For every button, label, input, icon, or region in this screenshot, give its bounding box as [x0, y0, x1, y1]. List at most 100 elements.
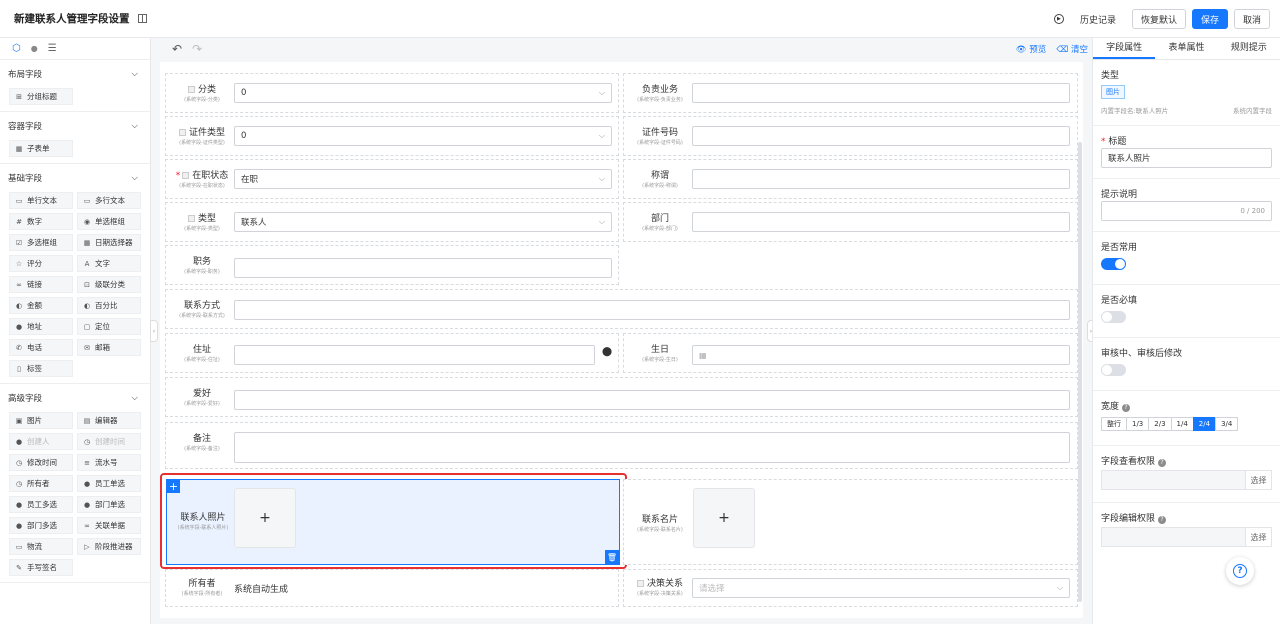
job-input[interactable]: [234, 258, 612, 278]
floating-help-button[interactable]: ?: [1226, 557, 1254, 585]
palette-item[interactable]: ▢ 定位: [77, 318, 141, 335]
field-dept[interactable]: 部门 (系统字段-部门): [623, 202, 1078, 242]
field-business[interactable]: 负责业务 (系统字段-负责业务): [623, 73, 1078, 113]
width-option[interactable]: 2/4: [1192, 417, 1217, 431]
field-address[interactable]: 住址 (系统字段-住址) ⬤: [165, 333, 619, 373]
id-number-input[interactable]: [692, 126, 1070, 146]
help-icon[interactable]: ●: [31, 44, 38, 53]
dept-input[interactable]: [692, 212, 1070, 232]
palette-item[interactable]: ◐ 金额: [9, 297, 73, 314]
remark-textarea[interactable]: [234, 432, 1070, 463]
category-select[interactable]: 0 ⌵: [234, 83, 612, 103]
palette-item[interactable]: ∞ 关联单据: [77, 517, 141, 534]
palette-group-header[interactable]: 基础字段 ⌵: [0, 164, 150, 192]
palette-item[interactable]: ◐ 百分比: [77, 297, 141, 314]
preview-button[interactable]: 👁 预览: [1016, 43, 1047, 55]
palette-item[interactable]: ≡ 流水号: [77, 454, 141, 471]
title-input[interactable]: 联系人照片: [1101, 148, 1272, 168]
palette-item[interactable]: ▭ 物流: [9, 538, 73, 555]
common-toggle[interactable]: [1101, 258, 1126, 270]
palette-item[interactable]: A 文字: [77, 255, 141, 272]
view-perm-picker[interactable]: 选择: [1101, 470, 1272, 490]
birthday-input[interactable]: ▦: [692, 345, 1070, 365]
restore-default-button[interactable]: 恢复默认: [1131, 9, 1186, 29]
contact-input[interactable]: [234, 300, 1070, 320]
cube-icon[interactable]: ⬡: [12, 43, 21, 54]
field-status[interactable]: * 在职状态 (系统字段-在职状态) 在职 ⌵: [165, 159, 619, 199]
cancel-button[interactable]: 取消: [1233, 9, 1270, 29]
field-decision[interactable]: 决策关系 (系统字段-决策关系) 请选择 ⌵: [623, 569, 1078, 607]
location-pin-icon[interactable]: ⬤: [602, 347, 612, 357]
palette-item[interactable]: ☑ 多选框组: [9, 234, 73, 251]
palette-group-header[interactable]: 高级字段 ⌵: [0, 384, 150, 412]
palette-item[interactable]: ● 员工多选: [9, 496, 73, 513]
palette-item[interactable]: ☆ 评分: [9, 255, 73, 272]
required-toggle[interactable]: [1101, 311, 1126, 323]
help-icon[interactable]: ?: [1122, 404, 1131, 412]
palette-item[interactable]: ▭ 单行文本: [9, 192, 73, 209]
tree-icon[interactable]: ☰: [48, 43, 57, 54]
field-id-number[interactable]: 证件号码 (系统字段-证件号码): [623, 116, 1078, 156]
palette-item[interactable]: ● 创建人: [9, 433, 73, 450]
palette-item[interactable]: ● 部门单选: [77, 496, 141, 513]
review-toggle[interactable]: [1101, 364, 1126, 376]
tab-field-props[interactable]: 字段属性: [1093, 38, 1156, 59]
palette-group-header[interactable]: 容器字段 ⌵: [0, 112, 150, 140]
help-icon[interactable]: ?: [1158, 459, 1167, 467]
canvas-scrollbar[interactable]: [1078, 142, 1082, 602]
field-remark[interactable]: 备注 (系统字段-备注): [165, 422, 1078, 469]
palette-item[interactable]: ▤ 编辑器: [77, 412, 141, 429]
palette-item[interactable]: ▣ 图片: [9, 412, 73, 429]
address-input[interactable]: [234, 345, 595, 365]
hint-input[interactable]: 0 / 200: [1101, 201, 1272, 221]
palette-item[interactable]: ✆ 电话: [9, 339, 73, 356]
undo-icon[interactable]: ↶: [172, 42, 182, 56]
palette-item[interactable]: # 数字: [9, 213, 73, 230]
palette-item[interactable]: ▦ 日期选择器: [77, 234, 141, 251]
field-hobby[interactable]: 爱好 (系统字段-爱好): [165, 377, 1078, 417]
width-option[interactable]: 整行: [1101, 417, 1127, 431]
checkbox-icon[interactable]: [178, 129, 186, 136]
hobby-input[interactable]: [234, 390, 1070, 410]
field-owner[interactable]: 所有者 (系统字段-所有者) 系统自动生成: [165, 569, 619, 607]
width-option[interactable]: 1/4: [1170, 417, 1194, 431]
field-birthday[interactable]: 生日 (系统字段-生日) ▦: [623, 333, 1078, 373]
checkbox-icon[interactable]: [187, 215, 195, 222]
business-input[interactable]: [692, 83, 1070, 103]
width-option[interactable]: 1/3: [1126, 417, 1150, 431]
card-upload[interactable]: +: [693, 488, 755, 548]
tab-rule-hints[interactable]: 规则提示: [1218, 38, 1280, 59]
redo-icon[interactable]: ↷: [192, 42, 202, 56]
palette-item[interactable]: ◷ 修改时间: [9, 454, 73, 471]
palette-item[interactable]: ▦ 子表单: [9, 140, 73, 157]
decision-select[interactable]: 请选择 ⌵: [692, 578, 1070, 598]
checkbox-icon[interactable]: [187, 86, 195, 93]
edit-perm-picker[interactable]: 选择: [1101, 527, 1272, 547]
help-icon[interactable]: ?: [1158, 516, 1167, 524]
palette-item[interactable]: ✉ 邮箱: [77, 339, 141, 356]
palette-item[interactable]: ∞ 链接: [9, 276, 73, 293]
select-button[interactable]: 选择: [1245, 471, 1271, 489]
palette-item[interactable]: ◷ 创建时间: [77, 433, 141, 450]
field-title-name[interactable]: 称谓 (系统字段-称谓): [623, 159, 1078, 199]
field-type[interactable]: 类型 (系统字段-类型) 联系人 ⌵: [165, 202, 619, 242]
width-option[interactable]: 2/3: [1148, 417, 1172, 431]
palette-item[interactable]: ◉ 单选框组: [77, 213, 141, 230]
checkbox-icon[interactable]: [182, 172, 190, 179]
field-category[interactable]: 分类 (系统字段-分类) 0 ⌵: [165, 73, 619, 113]
palette-item[interactable]: ◷ 所有者: [9, 475, 73, 492]
field-id-type[interactable]: 证件类型 (系统字段-证件类型) 0 ⌵: [165, 116, 619, 156]
layout-icon[interactable]: [137, 14, 147, 23]
palette-item[interactable]: ● 部门多选: [9, 517, 73, 534]
palette-item[interactable]: ⊞ 分组标题: [9, 88, 73, 105]
width-option[interactable]: 3/4: [1215, 417, 1239, 431]
palette-item[interactable]: ▯ 标签: [9, 360, 73, 377]
save-button[interactable]: 保存: [1191, 9, 1228, 29]
checkbox-icon[interactable]: [636, 580, 644, 587]
palette-group-header[interactable]: 布局字段 ⌵: [0, 60, 150, 88]
collapse-left-handle[interactable]: ‹: [150, 320, 158, 342]
play-icon[interactable]: ▶: [1053, 14, 1064, 24]
palette-item[interactable]: ▷ 阶段推进器: [77, 538, 141, 555]
tab-form-props[interactable]: 表单属性: [1155, 38, 1217, 59]
field-job[interactable]: 职务 (系统字段-职务): [165, 245, 619, 285]
